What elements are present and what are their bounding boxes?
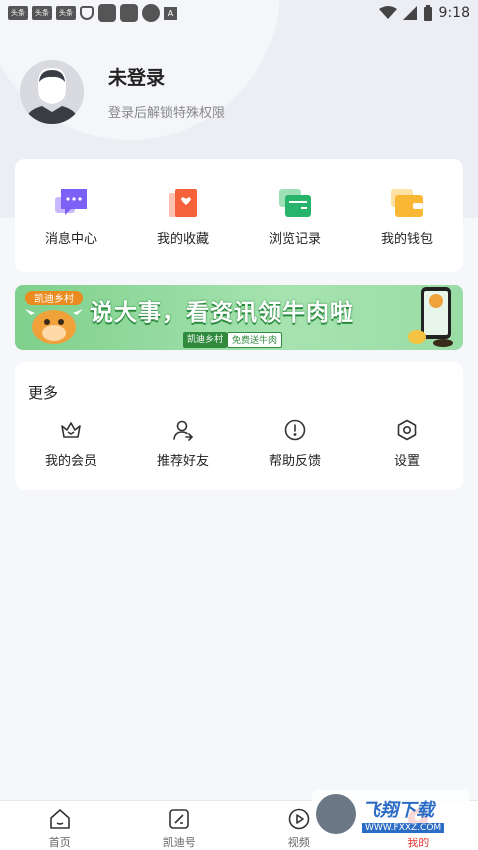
video-icon	[288, 808, 310, 830]
a-notification-icon: A	[164, 6, 177, 20]
tab-label-kaidi: 凯迪号	[162, 836, 196, 849]
info-icon	[284, 419, 306, 441]
quick-menu-card: 消息中心 我的收藏 浏览记录 我的钱包	[15, 159, 463, 272]
clock: 9:18	[438, 5, 470, 21]
tab-label-home: 首页	[48, 836, 71, 849]
quick-label-history: 浏览记录	[268, 232, 321, 247]
wallet-icon	[391, 189, 423, 217]
more-item-help[interactable]: 帮助反馈	[239, 418, 351, 469]
favorite-icon	[169, 189, 197, 217]
quick-item-favorites[interactable]: 我的收藏	[127, 159, 239, 272]
quick-item-wallet[interactable]: 我的钱包	[351, 159, 463, 272]
phone-illustration-icon	[408, 287, 453, 347]
watermark-url: WWW.FXXZ.COM	[362, 822, 445, 833]
login-status-title[interactable]: 未登录	[108, 63, 225, 90]
quick-label-wallet: 我的钱包	[380, 232, 433, 247]
message-icon	[55, 189, 87, 215]
more-label-invite: 推荐好友	[156, 454, 209, 469]
promo-banner[interactable]: 凯迪乡村 说大事，看资讯领牛肉啦 凯迪乡村 免费送牛肉	[15, 285, 463, 350]
more-section-title: 更多	[28, 384, 59, 402]
default-avatar-icon	[20, 60, 84, 124]
quick-label-favorites: 我的收藏	[156, 232, 209, 247]
signal-icon	[402, 6, 417, 20]
quick-item-history[interactable]: 浏览记录	[239, 159, 351, 272]
user-plus-icon	[173, 420, 194, 441]
banner-tag-offer: 免费送牛肉	[227, 332, 283, 348]
watermark-logo-icon	[316, 794, 356, 834]
more-label-settings: 设置	[393, 454, 420, 469]
quick-label-messages: 消息中心	[44, 232, 97, 247]
tab-label-video: 视频	[287, 836, 310, 849]
more-item-settings[interactable]: 设置	[351, 418, 463, 469]
profile-header[interactable]: 未登录 登录后解锁特殊权限	[20, 60, 225, 124]
banner-title: 说大事，看资讯领牛肉啦	[90, 300, 354, 326]
wifi-icon	[378, 6, 397, 19]
tab-home[interactable]: 首页	[0, 801, 120, 850]
cow-mascot-icon: 凯迪乡村	[25, 291, 83, 344]
home-icon	[49, 809, 70, 829]
battery-icon	[423, 5, 432, 21]
banner-logo-text: 凯迪乡村	[34, 292, 74, 305]
login-hint: 登录后解锁特殊权限	[108, 106, 226, 121]
history-icon	[279, 189, 311, 217]
more-item-invite[interactable]: 推荐好友	[127, 418, 239, 469]
app-notification-icon: 头条	[32, 6, 52, 20]
app-notification-icon	[98, 4, 116, 22]
more-label-help: 帮助反馈	[268, 454, 321, 469]
avatar[interactable]	[20, 60, 84, 124]
more-label-membership: 我的会员	[44, 454, 97, 469]
banner-tag-brand: 凯迪乡村	[183, 332, 228, 348]
site-watermark: 飞翔下载 WWW.FXXZ.COM	[312, 790, 470, 838]
app-notification-icon: 头条	[56, 6, 76, 20]
crown-icon	[61, 422, 81, 438]
quick-item-messages[interactable]: 消息中心	[15, 159, 127, 272]
app-notification-icon	[142, 4, 160, 22]
more-card: 更多 我的会员 推荐好友 帮助反馈 设置	[15, 362, 463, 490]
status-bar: 头条 头条 头条 A 9:18	[0, 0, 478, 26]
tab-kaidi[interactable]: 凯迪号	[120, 801, 240, 850]
settings-icon	[397, 419, 417, 441]
watermark-title: 飞翔下载	[362, 799, 434, 821]
kaidi-icon	[169, 809, 190, 829]
app-notification-icon: 头条	[8, 6, 28, 20]
more-item-membership[interactable]: 我的会员	[15, 418, 127, 469]
app-notification-icon	[120, 4, 138, 22]
shield-icon	[80, 6, 94, 20]
